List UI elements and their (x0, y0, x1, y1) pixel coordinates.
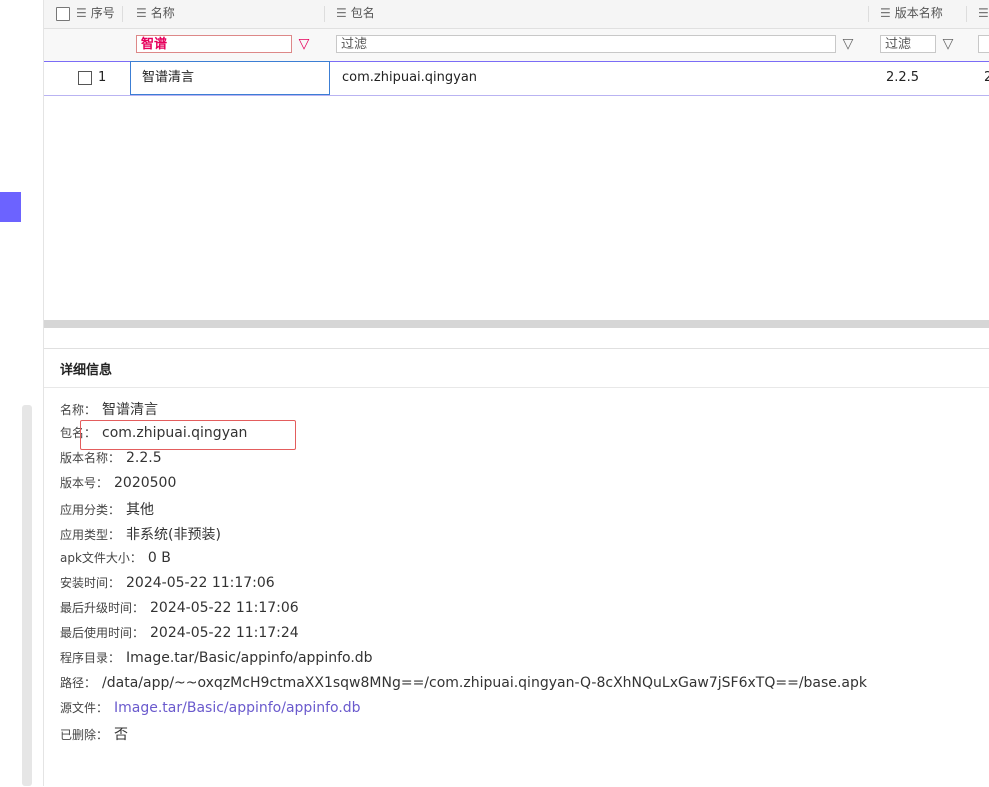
source-file-link[interactable]: Image.tar/Basic/appinfo/appinfo.db (114, 700, 361, 716)
name-filter-funnel-icon[interactable]: ▽ (296, 36, 312, 52)
left-nav-active-marker[interactable] (0, 192, 21, 222)
package-filter-funnel-icon[interactable]: ▽ (840, 36, 856, 52)
column-header-name[interactable]: ☰ 名称 (136, 0, 175, 28)
detail-field-deleted: 已删除：否 (60, 727, 129, 743)
filter-row: 智谱 ▽ 过滤 ▽ 过滤 ▽ (44, 29, 989, 62)
column-separator[interactable] (966, 6, 967, 22)
table-header: ☰ 序号 ☰ 名称 ☰ 包名 ☰ 版本名称 ☰ (44, 0, 989, 29)
column-menu-icon: ☰ (336, 6, 347, 20)
detail-field-last-upgrade-time: 最后升级时间： 2024-05-22 11:17:06 (60, 600, 299, 616)
version-name-filter-input[interactable]: 过滤 (880, 35, 936, 53)
column-menu-icon: ☰ (136, 6, 147, 20)
table-horizontal-scrollbar[interactable] (44, 320, 989, 328)
column-separator[interactable] (122, 6, 123, 22)
column-header-package[interactable]: ☰ 包名 (336, 0, 375, 28)
detail-field-category: 应用分类： 其他 (60, 502, 155, 518)
detail-field-last-used-time: 最后使用时间： 2024-05-22 11:17:24 (60, 625, 299, 641)
detail-field-app-type: 应用类型： 非系统(非预装) (60, 527, 221, 543)
row-next-cell[interactable]: 2 (984, 61, 989, 95)
app-table: ☰ 序号 ☰ 名称 ☰ 包名 ☰ 版本名称 ☰ 智谱 ▽ 过滤 ▽ 过滤 ▽ 1 智谱清… (44, 0, 989, 330)
row-version-name-cell[interactable]: 2.2.5 (886, 61, 919, 95)
row-name-cell[interactable]: 智谱清言 (130, 61, 330, 95)
detail-field-name: 名称： 智谱清言 (60, 402, 159, 418)
package-highlight-box (80, 420, 296, 450)
column-menu-icon: ☰ (880, 6, 891, 20)
column-header-version-name[interactable]: ☰ 版本名称 (880, 0, 943, 28)
row-checkbox[interactable] (78, 70, 92, 85)
detail-field-source-file: 源文件： Image.tar/Basic/appinfo/appinfo.db (60, 700, 361, 716)
detail-panel: 详细信息 名称： 智谱清言 包名： com.zhipuai.qingyan 版本名称… (44, 348, 989, 787)
detail-field-install-time: 安装时间： 2024-05-22 11:17:06 (60, 575, 275, 591)
detail-field-version-code: 版本号： 2020500 (60, 475, 177, 491)
next-column-filter-input[interactable] (978, 35, 989, 53)
detail-field-program-dir: 程序目录： Image.tar/Basic/appinfo/appinfo.db (60, 650, 373, 666)
detail-field-apk-size: apk文件大小： 0 B (60, 550, 171, 566)
column-menu-icon: ☰ (76, 6, 87, 20)
package-filter-input[interactable]: 过滤 (336, 35, 836, 53)
column-separator[interactable] (324, 6, 325, 22)
column-separator[interactable] (868, 6, 869, 22)
detail-field-version-name: 版本名称： 2.2.5 (60, 450, 162, 466)
name-filter-input[interactable]: 智谱 (136, 35, 292, 53)
left-scrollbar[interactable] (22, 405, 32, 786)
column-header-next[interactable]: ☰ (978, 0, 989, 28)
row-index-cell[interactable]: 1 (78, 61, 106, 95)
select-all-header[interactable] (56, 0, 70, 28)
select-all-checkbox[interactable] (56, 6, 70, 21)
detail-divider (44, 387, 989, 388)
version-name-filter-funnel-icon[interactable]: ▽ (940, 36, 956, 52)
detail-title: 详细信息 (60, 363, 113, 378)
row-package-cell[interactable]: com.zhipuai.qingyan (342, 61, 477, 95)
column-header-index[interactable]: ☰ 序号 (76, 0, 115, 28)
column-menu-icon: ☰ (978, 6, 989, 20)
table-row[interactable]: 1 智谱清言 com.zhipuai.qingyan 2.2.5 2 (44, 61, 989, 96)
detail-field-path: 路径：/data/app/~~oxqzMcH9ctmaXX1sqw8MNg==/… (60, 675, 867, 691)
